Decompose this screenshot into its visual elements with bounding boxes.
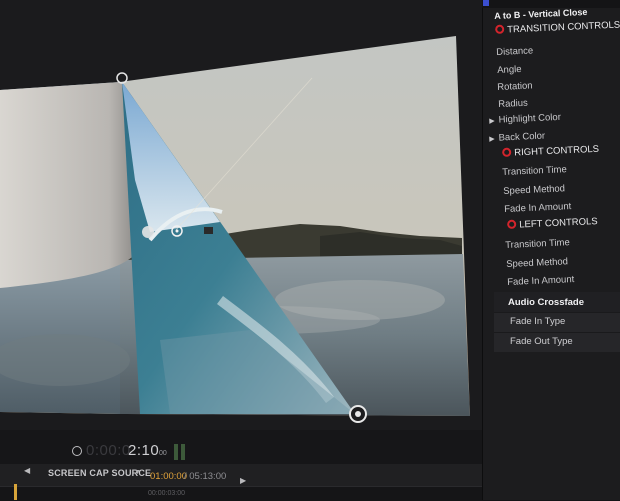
audio-crossfade-heading: Audio Crossfade [508, 297, 585, 308]
fade-out-type-label: Fade Out Type [510, 336, 573, 347]
chevron-down-icon[interactable]: ▼ [134, 469, 141, 476]
param-angle[interactable]: Angle [497, 64, 522, 76]
viewer-canvas [0, 0, 482, 430]
total-duration: / 05:13:00 [184, 471, 227, 482]
disclosure-triangle-icon[interactable]: ▶ [489, 118, 495, 125]
timecode-prefix: 0:00:0 [86, 442, 131, 459]
forward-arrow-icon[interactable]: ▶ [240, 476, 246, 485]
inspector-tab-icon[interactable] [483, 0, 489, 6]
left-edge-handle[interactable] [141, 225, 155, 239]
play-icon[interactable] [72, 446, 82, 456]
timecode-frames: 00 [159, 450, 167, 457]
record-ring-icon [502, 147, 512, 157]
param-rotation[interactable]: Rotation [497, 80, 533, 93]
record-ring-icon [507, 219, 517, 229]
timeline-ruler[interactable] [0, 486, 482, 501]
back-arrow-icon[interactable]: ◀ [24, 466, 30, 475]
playhead[interactable] [14, 484, 17, 500]
fade-in-type-label: Fade In Type [510, 316, 566, 327]
ruler-timestamp: 00:00:03:00 [148, 490, 185, 497]
pause-icon[interactable] [174, 444, 186, 460]
param-label: Back Color [498, 130, 546, 144]
record-ring-icon [495, 24, 505, 34]
param-distance[interactable]: Distance [496, 45, 533, 58]
center-handle[interactable] [171, 225, 183, 237]
param-radius[interactable]: Radius [498, 98, 528, 110]
bottom-handle[interactable] [349, 405, 367, 423]
current-time: 01:00:00 [150, 471, 187, 482]
disclosure-triangle-icon[interactable]: ▶ [489, 136, 495, 143]
top-handle[interactable] [116, 72, 128, 84]
timecode-display[interactable]: 2:10 [128, 442, 159, 459]
inspector-top-strip [482, 0, 620, 8]
video-frame [0, 0, 482, 430]
